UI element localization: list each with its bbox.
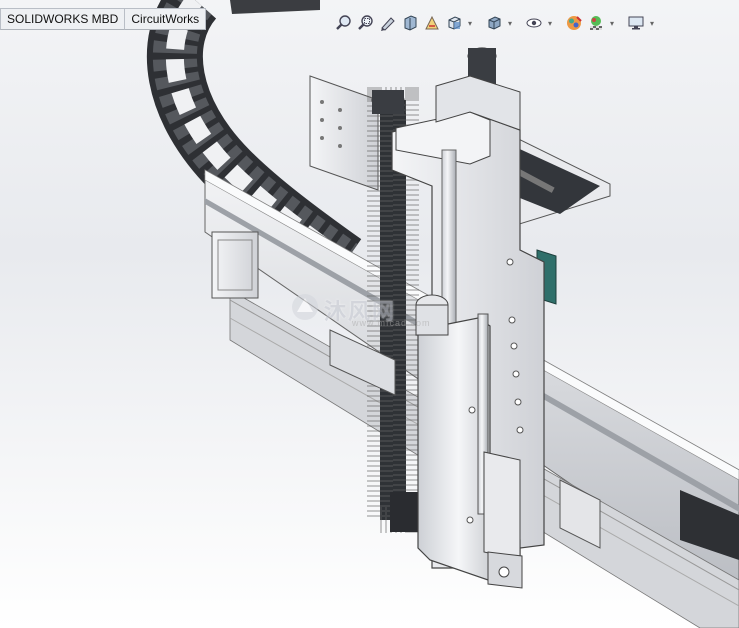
zoom-to-fit-icon[interactable] bbox=[333, 12, 355, 34]
watermark-url: www.mfcad.com bbox=[352, 318, 431, 328]
zoom-to-area-icon[interactable] bbox=[355, 12, 377, 34]
chevron-down-icon[interactable]: ▾ bbox=[545, 12, 555, 34]
chevron-down-icon[interactable]: ▾ bbox=[647, 12, 657, 34]
view-orientation-icon[interactable] bbox=[443, 12, 465, 34]
watermark: 沐风网 www.mfcad.com bbox=[290, 292, 430, 328]
section-view-icon[interactable] bbox=[399, 12, 421, 34]
command-manager-tabs: SOLIDWORKS MBD CircuitWorks bbox=[0, 8, 207, 30]
tab-solidworks-mbd[interactable]: SOLIDWORKS MBD bbox=[0, 8, 126, 30]
heads-up-view-toolbar: ▾ ▾ ▾ ▾ ▾ bbox=[333, 10, 657, 36]
view-settings-icon[interactable] bbox=[625, 12, 647, 34]
graphics-area[interactable]: SOLIDWORKS MBD CircuitWorks ▾ ▾ ▾ ▾ ▾ 沐风… bbox=[0, 0, 739, 628]
previous-view-icon[interactable] bbox=[377, 12, 399, 34]
dynamic-annotation-views-icon[interactable] bbox=[421, 12, 443, 34]
watermark-logo-icon bbox=[290, 292, 320, 327]
edit-appearance-icon[interactable] bbox=[563, 12, 585, 34]
chevron-down-icon[interactable]: ▾ bbox=[465, 12, 475, 34]
hide-show-items-icon[interactable] bbox=[523, 12, 545, 34]
chevron-down-icon[interactable]: ▾ bbox=[505, 12, 515, 34]
tab-circuitworks[interactable]: CircuitWorks bbox=[124, 8, 207, 30]
chevron-down-icon[interactable]: ▾ bbox=[607, 12, 617, 34]
apply-scene-icon[interactable] bbox=[585, 12, 607, 34]
display-style-icon[interactable] bbox=[483, 12, 505, 34]
